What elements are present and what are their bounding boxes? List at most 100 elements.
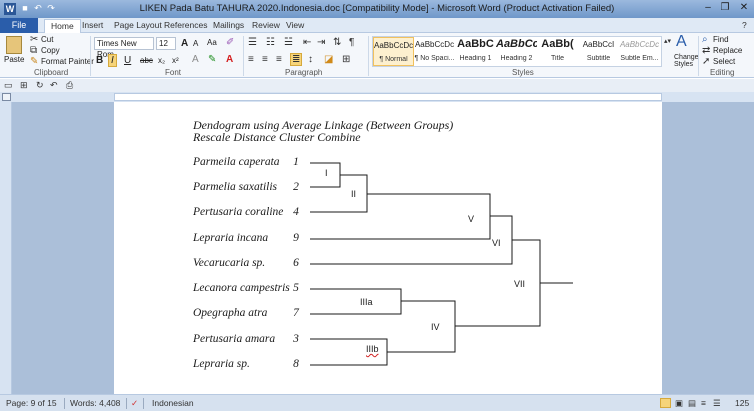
format-painter-button[interactable]: Format Painter [41,57,94,66]
undo-icon[interactable]: ↶ [50,80,58,91]
species-label: Opegrapha atra [193,307,268,319]
style-heading-2[interactable]: AaBbCc Heading 2 [496,37,537,66]
draft-icon[interactable]: ☰ [713,398,721,409]
increase-indent-icon[interactable]: ⇥ [317,37,325,48]
tab-page-layout[interactable]: Page Layout [114,20,162,30]
zoom-level[interactable]: 125 [735,398,749,408]
styles-group-label: Styles [512,68,534,77]
cluster-label-IIIa: IIIa [360,297,373,307]
style-no-spacing[interactable]: AaBbCcDc ¶ No Spaci... [414,37,455,66]
multilevel-list-icon[interactable]: ☱ [284,37,293,48]
text-effects-icon[interactable]: A [192,54,199,65]
cut-button[interactable]: Cut [41,35,53,44]
help-icon[interactable]: ? [742,20,747,30]
species-number: 7 [293,307,299,319]
copy-button[interactable]: Copy [41,46,60,55]
font-name-select[interactable]: Times New Rom [94,37,154,59]
species-label: Pertusaria amara [193,333,276,345]
replace-button[interactable]: Replace [713,46,742,55]
replace-icon[interactable]: ⇄ [702,45,710,56]
shrink-font-button[interactable]: A [193,39,198,48]
proofing-icon[interactable]: ✓ [131,398,138,409]
tab-references[interactable]: References [164,20,207,30]
select-icon[interactable]: ➚ [702,56,710,67]
cluster-label-IIIb: IIIb [366,344,379,354]
tab-file[interactable]: File [0,18,38,33]
close-button[interactable]: ✕ [736,0,752,18]
decrease-indent-icon[interactable]: ⇤ [303,37,311,48]
refresh-icon[interactable]: ↻ [36,80,44,91]
align-center-icon[interactable]: ≡ [262,54,268,65]
align-left-icon[interactable]: ≡ [248,54,254,65]
style-normal[interactable]: AaBbCcDc ¶ Normal [373,37,414,66]
styles-scroll-icon[interactable]: ▴▾ [664,37,671,45]
vertical-ruler[interactable] [0,102,12,394]
outline-icon[interactable]: ≡ [701,398,706,408]
full-screen-icon[interactable]: ▣ [675,398,683,409]
bold-button[interactable]: B [96,55,103,66]
strikethrough-button[interactable]: abc [140,56,153,65]
tab-review[interactable]: Review [252,20,280,30]
align-right-icon[interactable]: ≡ [276,54,282,65]
change-styles-button[interactable]: Change Styles [674,54,699,68]
style-subtitle[interactable]: AaBbCcI Subtitle [578,37,619,66]
title-bar: W ■ ↶ ↷ LIKEN Pada Batu TAHURA 2020.Indo… [0,0,754,18]
change-case-button[interactable]: Aa [207,38,217,47]
italic-button[interactable]: I [108,54,117,67]
restore-button[interactable]: ❐ [717,0,733,18]
paste-icon[interactable] [6,36,22,54]
shading-icon[interactable]: ◪ [324,54,333,65]
justify-icon[interactable]: ≣ [290,53,303,66]
clear-formatting-icon[interactable]: ✐ [226,37,234,48]
styles-gallery: AaBbCcDc ¶ Normal AaBbCcDc ¶ No Spaci...… [372,36,662,67]
tab-selector[interactable] [2,93,11,101]
find-button[interactable]: Find [713,35,729,44]
tab-mailings[interactable]: Mailings [213,20,244,30]
paste-button[interactable]: Paste [4,55,24,64]
print-icon[interactable]: ⎙ [66,80,73,91]
group-divider [368,36,369,76]
species-number: 4 [293,206,299,218]
species-number: 8 [293,358,299,370]
language[interactable]: Indonesian [152,398,194,408]
format-painter-icon[interactable]: ✎ [30,56,38,67]
page-count[interactable]: Page: 9 of 15 [6,398,57,408]
highlight-color-icon[interactable]: ✎ [208,54,216,65]
font-size-select[interactable]: 12 [156,37,176,50]
copy-icon[interactable]: ⧉ [30,45,37,56]
tab-home[interactable]: Home [44,19,81,33]
show-formatting-marks-icon[interactable]: ¶ [349,37,354,48]
tab-view[interactable]: View [286,20,304,30]
horizontal-ruler[interactable] [0,92,754,102]
style-subtle-emphasis[interactable]: AaBbCcDc Subtle Em... [619,37,660,66]
status-divider [126,398,127,409]
select-button[interactable]: Select [713,57,735,66]
style-title[interactable]: AaBb( Title [537,37,578,66]
status-bar: Page: 9 of 15 Words: 4,408 ✓ Indonesian … [0,394,754,411]
borders-icon[interactable]: ⊞ [342,54,350,65]
superscript-button[interactable]: x² [172,56,179,65]
font-color-icon[interactable]: A [226,54,233,65]
minimize-button[interactable]: – [700,0,716,18]
species-label: Parmeila caperata [193,156,280,168]
grow-font-button[interactable]: A [181,38,188,49]
subscript-button[interactable]: x₂ [158,56,165,65]
word-count[interactable]: Words: 4,408 [70,398,120,408]
underline-button[interactable]: U [124,55,131,66]
cut-icon[interactable]: ✂ [30,34,38,45]
line-spacing-icon[interactable]: ↕ [308,54,313,65]
change-styles-icon[interactable]: A [676,33,687,51]
species-label: Lecanora campestris [193,282,290,294]
numbering-icon[interactable]: ☷ [266,37,275,48]
clipboard-group-label: Clipboard [34,68,69,77]
document-page[interactable] [114,102,662,394]
web-layout-icon[interactable]: ▤ [688,398,696,409]
style-heading-1[interactable]: AaBbC Heading 1 [455,37,496,66]
shape-icon[interactable]: ▭ [4,80,13,91]
sort-icon[interactable]: ⇅ [333,37,341,48]
tab-insert[interactable]: Insert [82,20,103,30]
table-icon[interactable]: ⊞ [20,80,28,91]
bullets-icon[interactable]: ☰ [248,37,257,48]
find-icon[interactable]: ⌕ [702,34,708,45]
print-layout-icon[interactable] [660,398,671,408]
